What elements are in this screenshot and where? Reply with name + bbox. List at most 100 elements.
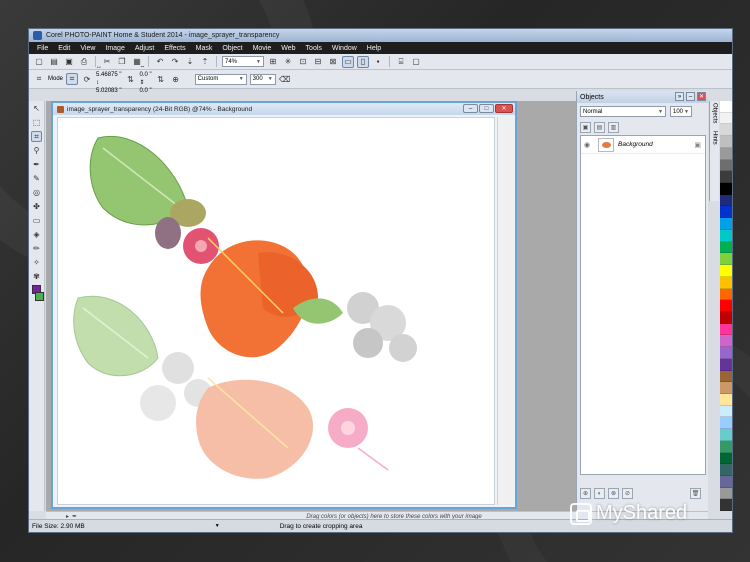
- offset-x-field[interactable]: ⇔ 0.0 ": [140, 63, 152, 79]
- print-icon[interactable]: ⎙: [78, 56, 90, 68]
- palette-swatch[interactable]: [720, 300, 732, 312]
- zoom-tool-icon[interactable]: ⚲: [31, 145, 42, 156]
- lock-ratio-icon[interactable]: ⊕: [170, 73, 182, 85]
- palette-swatch[interactable]: [720, 206, 732, 219]
- list-item[interactable]: ◉ Background ▣: [581, 136, 705, 154]
- palette-swatch[interactable]: [720, 124, 732, 137]
- fill-icon[interactable]: ◈: [31, 229, 42, 240]
- spin-icon[interactable]: ⇅: [155, 73, 167, 85]
- full-screen-icon[interactable]: ⊡: [297, 56, 309, 68]
- undo-icon[interactable]: ↶: [154, 56, 166, 68]
- palette-swatch[interactable]: [720, 229, 732, 242]
- visibility-eye-icon[interactable]: ◉: [584, 141, 594, 149]
- grid-icon[interactable]: ⊠: [327, 56, 339, 68]
- snap-icon[interactable]: ▯: [357, 55, 369, 68]
- close-icon[interactable]: ✕: [697, 92, 706, 101]
- zoom-combo[interactable]: 74% ▼: [222, 56, 264, 67]
- palette-swatch[interactable]: [720, 405, 732, 418]
- palette-swatch[interactable]: [720, 452, 732, 465]
- image-sprayer-icon[interactable]: ✾: [31, 271, 42, 282]
- blend-mode-combo[interactable]: Normal ▼: [580, 106, 666, 117]
- new-object-icon[interactable]: ⊕: [580, 488, 591, 499]
- welcome-screen-icon[interactable]: ▢: [410, 56, 422, 68]
- height-field[interactable]: ↕ 5.02083 ": [96, 79, 122, 95]
- redo-icon[interactable]: ↷: [169, 56, 181, 68]
- offset-y-field[interactable]: ⇕ 0.0 ": [140, 79, 152, 95]
- palette-swatch[interactable]: [720, 347, 732, 359]
- crop-tool-icon[interactable]: ⌗: [33, 73, 45, 85]
- preset-combo[interactable]: Custom ▼: [194, 73, 247, 85]
- status-chevron-icon[interactable]: ▼: [215, 523, 220, 529]
- menu-web[interactable]: Web: [281, 45, 295, 52]
- palette-swatch[interactable]: [720, 323, 732, 336]
- palette-swatch[interactable]: [720, 476, 732, 488]
- export-icon[interactable]: ⇡: [199, 56, 211, 68]
- palette-swatch[interactable]: [720, 276, 732, 289]
- mode-icon[interactable]: ⌗: [66, 73, 79, 85]
- opacity-combo[interactable]: 100 ▼: [670, 106, 692, 117]
- palette-swatch[interactable]: [720, 171, 732, 184]
- palette-swatch[interactable]: [720, 464, 732, 476]
- new-document-icon[interactable]: ▢: [33, 56, 45, 68]
- palette-swatch[interactable]: [720, 288, 732, 301]
- trash-icon[interactable]: 🗑: [690, 488, 701, 499]
- minimize-icon[interactable]: –: [463, 104, 478, 113]
- palette-swatch[interactable]: [720, 218, 732, 230]
- menu-effects[interactable]: Effects: [164, 45, 185, 52]
- lock-icon[interactable]: ▣: [694, 141, 701, 149]
- zoom-100-icon[interactable]: ✳: [282, 56, 294, 68]
- mask-icon[interactable]: ⊘: [622, 488, 633, 499]
- palette-swatch[interactable]: [720, 183, 732, 195]
- palette-swatch[interactable]: [720, 241, 732, 254]
- palette-swatch[interactable]: [720, 487, 732, 500]
- new-lens-icon[interactable]: ◐: [594, 488, 605, 499]
- menu-adjust[interactable]: Adjust: [135, 45, 154, 52]
- palette-swatch[interactable]: [720, 265, 732, 277]
- palette-swatch[interactable]: [720, 429, 732, 441]
- resolution-combo[interactable]: 300 ▼: [249, 73, 276, 85]
- palette-swatch[interactable]: [720, 136, 732, 148]
- palette-swatch[interactable]: [720, 253, 732, 266]
- lock-transparency-icon[interactable]: ▣: [580, 122, 591, 133]
- rotate-icon[interactable]: ⟳: [81, 73, 93, 85]
- menu-help[interactable]: Help: [367, 45, 381, 52]
- palette-swatch[interactable]: [720, 159, 732, 172]
- palette-swatch[interactable]: [720, 335, 732, 348]
- color-palette[interactable]: [720, 101, 732, 512]
- menu-file[interactable]: File: [37, 45, 48, 52]
- effect-icon[interactable]: ✧: [31, 257, 42, 268]
- open-icon[interactable]: ▤: [48, 56, 60, 68]
- application-launcher-icon[interactable]: ⌸: [395, 56, 407, 68]
- clear-icon[interactable]: ⌫: [279, 73, 291, 85]
- menu-movie[interactable]: Movie: [253, 45, 272, 52]
- palette-swatch[interactable]: [720, 382, 732, 394]
- combine-icon[interactable]: ⊗: [608, 488, 619, 499]
- close-icon[interactable]: ✕: [495, 104, 513, 113]
- palette-swatch[interactable]: [720, 311, 732, 324]
- vertical-scrollbar[interactable]: [497, 117, 513, 505]
- lock-image-icon[interactable]: ▤: [594, 122, 605, 133]
- import-icon[interactable]: ⇣: [184, 56, 196, 68]
- tab-objects[interactable]: Objects: [712, 103, 718, 123]
- palette-swatch[interactable]: [720, 370, 732, 383]
- menu-edit[interactable]: Edit: [58, 45, 70, 52]
- options-icon[interactable]: ▪: [372, 56, 384, 68]
- expand-icon[interactable]: »: [675, 92, 684, 101]
- crop-tool-icon[interactable]: ⌗: [31, 131, 42, 142]
- width-field[interactable]: ↔ 5.46875 ": [96, 63, 122, 79]
- view-mode-icon[interactable]: ▭: [342, 55, 354, 68]
- eraser-icon[interactable]: ✎: [31, 173, 42, 184]
- palette-swatch[interactable]: [720, 112, 732, 125]
- maximize-icon[interactable]: □: [479, 104, 494, 113]
- save-icon[interactable]: ▣: [63, 56, 75, 68]
- palette-swatch[interactable]: [720, 101, 732, 113]
- rulers-icon[interactable]: ⊟: [312, 56, 324, 68]
- clone-icon[interactable]: ✤: [31, 201, 42, 212]
- minimize-icon[interactable]: –: [686, 92, 695, 101]
- tab-hints[interactable]: Hints: [712, 131, 718, 145]
- eyedropper-icon[interactable]: ✒: [31, 159, 42, 170]
- paint-icon[interactable]: ✏: [31, 243, 42, 254]
- palette-swatch[interactable]: [720, 393, 732, 406]
- lock-all-icon[interactable]: ▥: [608, 122, 619, 133]
- rectangle-icon[interactable]: ▭: [31, 215, 42, 226]
